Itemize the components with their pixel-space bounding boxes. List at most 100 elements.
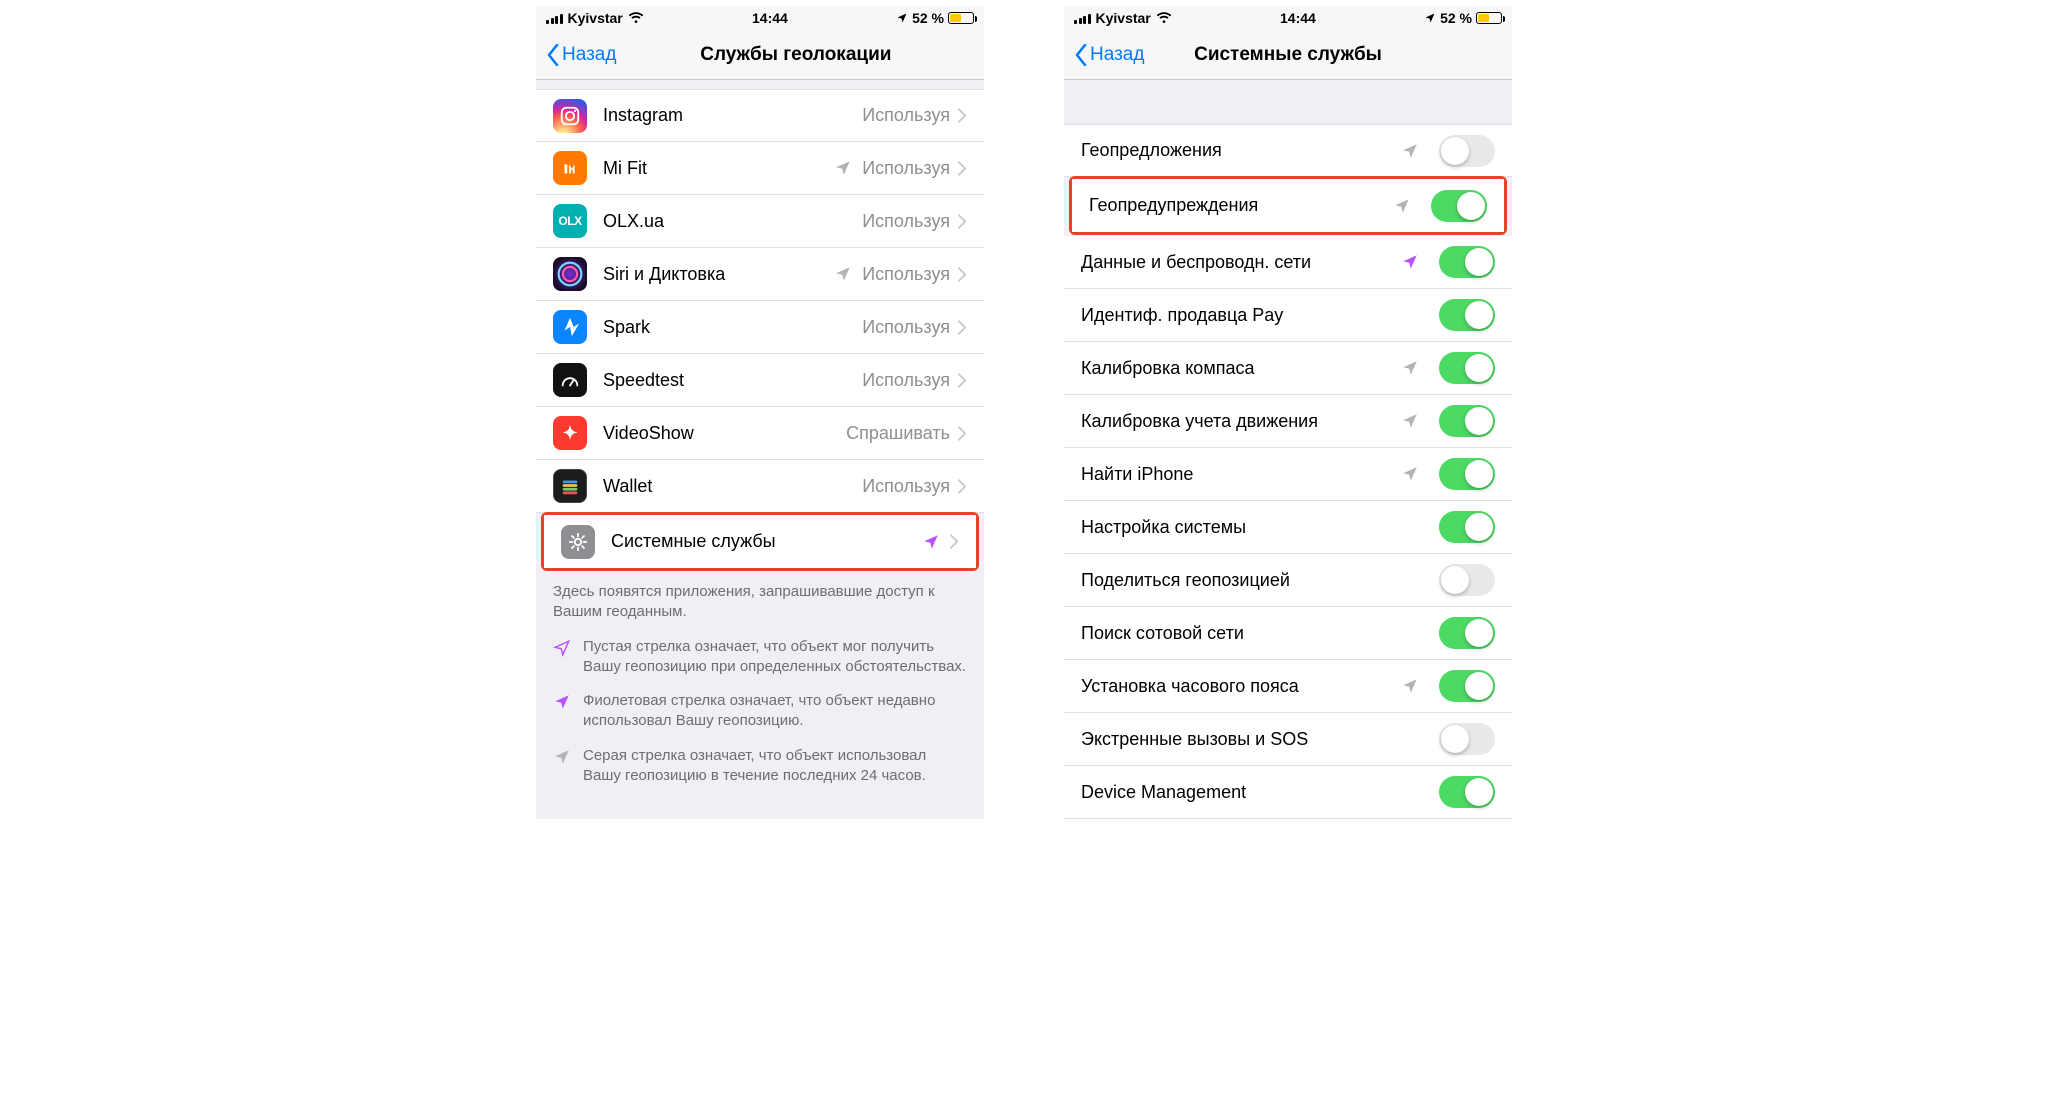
screen-system-services: Kyivstar 14:44 52 % Назад Системные служ… bbox=[1064, 6, 1512, 819]
location-arrow-icon bbox=[1401, 142, 1419, 160]
app-status: Используя bbox=[862, 105, 950, 126]
toggle-switch[interactable] bbox=[1439, 564, 1495, 596]
app-name: Instagram bbox=[603, 105, 862, 126]
toggle-switch[interactable] bbox=[1439, 511, 1495, 543]
toggle-switch[interactable] bbox=[1439, 723, 1495, 755]
wifi-icon bbox=[628, 12, 644, 24]
status-bar: Kyivstar 14:44 52 % bbox=[1064, 6, 1512, 30]
toggle-switch[interactable] bbox=[1439, 135, 1495, 167]
app-status: Используя bbox=[862, 370, 950, 391]
legend-text: Пустая стрелка означает, что объект мог … bbox=[583, 637, 967, 678]
battery-icon bbox=[948, 12, 974, 24]
status-time: 14:44 bbox=[752, 10, 788, 26]
service-row[interactable]: Геопредложения bbox=[1064, 124, 1512, 177]
speedtest-icon bbox=[553, 363, 587, 397]
app-row-olx[interactable]: OLX OLX.ua Используя bbox=[536, 195, 984, 248]
toggle-switch[interactable] bbox=[1439, 458, 1495, 490]
legend-item: Фиолетовая стрелка означает, что объект … bbox=[553, 691, 967, 732]
chevron-right-icon bbox=[958, 267, 967, 282]
system-services-list: Геопредложения Геопредупреждения Данные … bbox=[1064, 124, 1512, 819]
service-row[interactable]: Найти iPhone bbox=[1064, 448, 1512, 501]
legend-text: Серая стрелка означает, что объект испол… bbox=[583, 746, 967, 787]
location-arrow-icon bbox=[1401, 253, 1419, 271]
nav-header: Назад Службы геолокации bbox=[536, 30, 984, 80]
highlight-geowarn: Геопредупреждения bbox=[1069, 176, 1507, 235]
toggle-switch[interactable] bbox=[1439, 299, 1495, 331]
chevron-right-icon bbox=[958, 320, 967, 335]
service-row[interactable]: Идентиф. продавца Pay bbox=[1064, 289, 1512, 342]
location-arrow-icon bbox=[1401, 677, 1419, 695]
app-name: VideoShow bbox=[603, 423, 846, 444]
location-arrow-icon bbox=[834, 159, 852, 177]
chevron-right-icon bbox=[958, 426, 967, 441]
page-title: Системные службы bbox=[1194, 44, 1382, 66]
service-row[interactable]: Калибровка компаса bbox=[1064, 342, 1512, 395]
app-status: Используя bbox=[862, 317, 950, 338]
instagram-icon bbox=[553, 99, 587, 133]
chevron-right-icon bbox=[958, 479, 967, 494]
service-name: Калибровка компаса bbox=[1081, 358, 1401, 379]
service-row[interactable]: Калибровка учета движения bbox=[1064, 395, 1512, 448]
app-status: Используя bbox=[862, 158, 950, 179]
service-name: Найти iPhone bbox=[1081, 464, 1401, 485]
toggle-switch[interactable] bbox=[1439, 670, 1495, 702]
chevron-right-icon bbox=[958, 161, 967, 176]
videoshow-icon: ✦ bbox=[553, 416, 587, 450]
app-row-videoshow[interactable]: ✦ VideoShow Cпрашивать bbox=[536, 407, 984, 460]
location-arrow-icon bbox=[834, 265, 852, 283]
toggle-switch[interactable] bbox=[1439, 352, 1495, 384]
service-row[interactable]: Экстренные вызовы и SOS bbox=[1064, 713, 1512, 766]
app-row-speedtest[interactable]: Speedtest Используя bbox=[536, 354, 984, 407]
app-name: Speedtest bbox=[603, 370, 862, 391]
app-row-spark[interactable]: Spark Используя bbox=[536, 301, 984, 354]
system-services-row[interactable]: Системные службы bbox=[544, 515, 976, 568]
service-row[interactable]: Поделиться геопозицией bbox=[1064, 554, 1512, 607]
back-button[interactable]: Назад bbox=[1074, 44, 1144, 66]
service-row[interactable]: Поиск сотовой сети bbox=[1064, 607, 1512, 660]
signal-icon bbox=[546, 12, 563, 24]
status-bar: Kyivstar 14:44 52 % bbox=[536, 6, 984, 30]
system-icon bbox=[561, 525, 595, 559]
app-status: Используя bbox=[862, 476, 950, 497]
back-button[interactable]: Назад bbox=[546, 44, 616, 66]
toggle-switch[interactable] bbox=[1439, 405, 1495, 437]
app-row-siri[interactable]: Siri и Диктовка Используя bbox=[536, 248, 984, 301]
nav-header: Назад Системные службы bbox=[1064, 30, 1512, 80]
service-name: Экстренные вызовы и SOS bbox=[1081, 729, 1429, 750]
mifit-icon bbox=[553, 151, 587, 185]
app-name: Mi Fit bbox=[603, 158, 834, 179]
legend-text: Фиолетовая стрелка означает, что объект … bbox=[583, 691, 967, 732]
toggle-switch[interactable] bbox=[1431, 190, 1487, 222]
row-label: Системные службы bbox=[611, 531, 922, 552]
service-name: Данные и беспроводн. сети bbox=[1081, 252, 1401, 273]
service-name: Геопредупреждения bbox=[1089, 195, 1393, 216]
app-name: Siri и Диктовка bbox=[603, 264, 834, 285]
service-row[interactable]: Данные и беспроводн. сети bbox=[1064, 236, 1512, 289]
app-list: Instagram Используя Mi Fit Используя OLX… bbox=[536, 89, 984, 513]
service-row[interactable]: Установка часового пояса bbox=[1064, 660, 1512, 713]
location-arrow-icon bbox=[553, 748, 571, 787]
location-arrow-icon bbox=[922, 533, 940, 551]
service-row[interactable]: Геопредупреждения bbox=[1072, 179, 1504, 232]
service-name: Установка часового пояса bbox=[1081, 676, 1401, 697]
location-arrow-icon bbox=[1393, 197, 1411, 215]
location-arrow-icon bbox=[553, 639, 571, 678]
toggle-switch[interactable] bbox=[1439, 617, 1495, 649]
toggle-switch[interactable] bbox=[1439, 776, 1495, 808]
service-name: Настройка системы bbox=[1081, 517, 1429, 538]
location-arrow-icon bbox=[1401, 412, 1419, 430]
app-row-wallet[interactable]: Wallet Используя bbox=[536, 460, 984, 513]
app-row-instagram[interactable]: Instagram Используя bbox=[536, 89, 984, 142]
location-active-icon bbox=[896, 12, 908, 24]
chevron-right-icon bbox=[950, 534, 959, 549]
app-row-mifit[interactable]: Mi Fit Используя bbox=[536, 142, 984, 195]
chevron-right-icon bbox=[958, 373, 967, 388]
siri-icon bbox=[553, 257, 587, 291]
screen-location-services: Kyivstar 14:44 52 % Назад Службы геолока… bbox=[536, 6, 984, 819]
chevron-right-icon bbox=[958, 214, 967, 229]
location-active-icon bbox=[1424, 12, 1436, 24]
toggle-switch[interactable] bbox=[1439, 246, 1495, 278]
footer-intro: Здесь появятся приложения, запрашивавшие… bbox=[553, 582, 967, 623]
service-row[interactable]: Device Management bbox=[1064, 766, 1512, 819]
service-row[interactable]: Настройка системы bbox=[1064, 501, 1512, 554]
